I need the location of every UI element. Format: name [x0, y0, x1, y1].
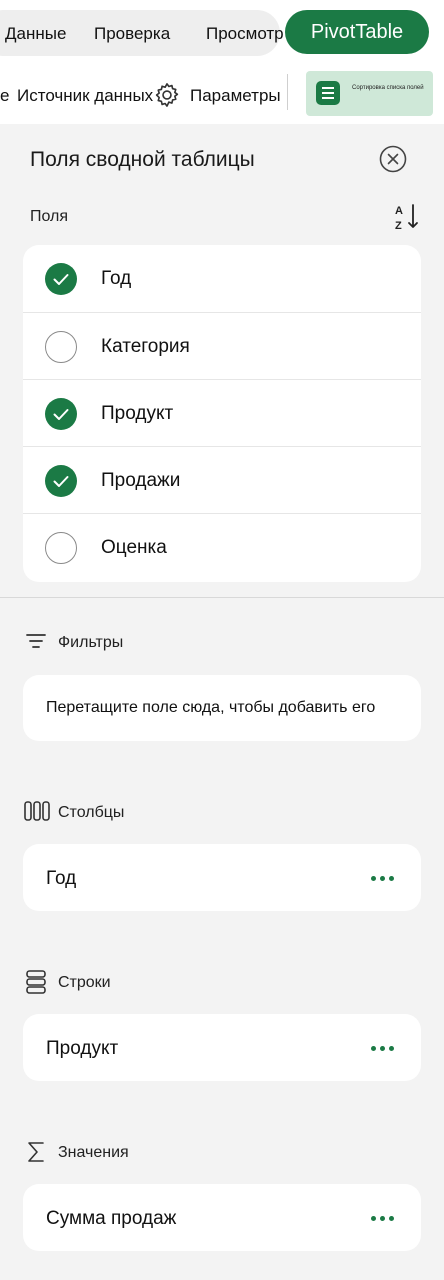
toolbar-truncated-label[interactable]: е	[0, 86, 9, 106]
field-name: Год	[101, 268, 132, 289]
rows-drop-zone: Продукт	[23, 1014, 421, 1081]
tab-view[interactable]: Просмотр	[206, 24, 284, 44]
toolbar-divider	[287, 74, 288, 110]
values-field-item[interactable]: Сумма продаж	[46, 1208, 176, 1230]
rows-label: Строки	[58, 974, 111, 991]
field-name: Продажи	[101, 470, 181, 491]
drop-zone-hint: Перетащите поле сюда, чтобы добавить его	[46, 699, 376, 716]
svg-text:Z: Z	[395, 220, 402, 232]
ribbon: Данные Проверка Просмотр PivotTable е Ис…	[0, 0, 444, 124]
close-icon[interactable]	[379, 145, 407, 173]
more-options-icon[interactable]	[371, 870, 395, 886]
sort-field-list-button[interactable]: Сортировка списка полей	[306, 71, 433, 116]
fields-label: Поля	[30, 208, 69, 225]
field-row-year[interactable]: Год	[23, 245, 421, 312]
settings-button[interactable]: Параметры	[190, 86, 281, 106]
columns-field-item[interactable]: Год	[46, 868, 76, 890]
pane-title: Поля сводной таблицы	[30, 148, 255, 171]
sort-az-icon[interactable]: A Z	[394, 202, 420, 232]
columns-icon	[24, 801, 50, 821]
filters-drop-zone[interactable]: Перетащите поле сюда, чтобы добавить его	[23, 675, 421, 741]
section-divider	[0, 597, 444, 598]
more-options-icon[interactable]	[371, 1040, 395, 1056]
field-row-category[interactable]: Категория	[23, 312, 421, 380]
filter-icon	[26, 634, 46, 648]
gear-icon[interactable]	[153, 81, 181, 109]
checkbox-checked-icon[interactable]	[45, 263, 77, 295]
field-name: Продукт	[101, 403, 174, 424]
field-list: Год Категория Продукт Продажи Оценка	[23, 245, 421, 582]
tab-data[interactable]: Данные	[5, 24, 66, 44]
rows-field-item[interactable]: Продукт	[46, 1038, 118, 1060]
more-options-icon[interactable]	[371, 1210, 395, 1226]
sigma-icon	[28, 1142, 44, 1162]
field-name: Оценка	[101, 537, 167, 558]
list-icon	[316, 81, 340, 105]
checkbox-checked-icon[interactable]	[45, 398, 77, 430]
values-label: Значения	[58, 1144, 129, 1161]
values-drop-zone: Сумма продаж	[23, 1184, 421, 1251]
checkbox-checked-icon[interactable]	[45, 465, 77, 497]
field-row-rating[interactable]: Оценка	[23, 513, 421, 581]
field-row-sales[interactable]: Продажи	[23, 446, 421, 514]
data-source-button[interactable]: Источник данных	[17, 86, 153, 106]
tab-pivottable[interactable]: PivotTable	[285, 10, 429, 54]
svg-text:A: A	[395, 205, 403, 217]
columns-label: Столбцы	[58, 804, 125, 821]
columns-drop-zone: Год	[23, 844, 421, 911]
sort-field-list-label: Сортировка списка полей	[352, 85, 424, 91]
checkbox-unchecked-icon[interactable]	[45, 532, 77, 564]
field-name: Категория	[101, 336, 190, 357]
checkbox-unchecked-icon[interactable]	[45, 331, 77, 363]
field-row-product[interactable]: Продукт	[23, 379, 421, 447]
tab-review[interactable]: Проверка	[94, 24, 170, 44]
filters-label: Фильтры	[58, 634, 124, 651]
rows-icon	[26, 970, 46, 994]
